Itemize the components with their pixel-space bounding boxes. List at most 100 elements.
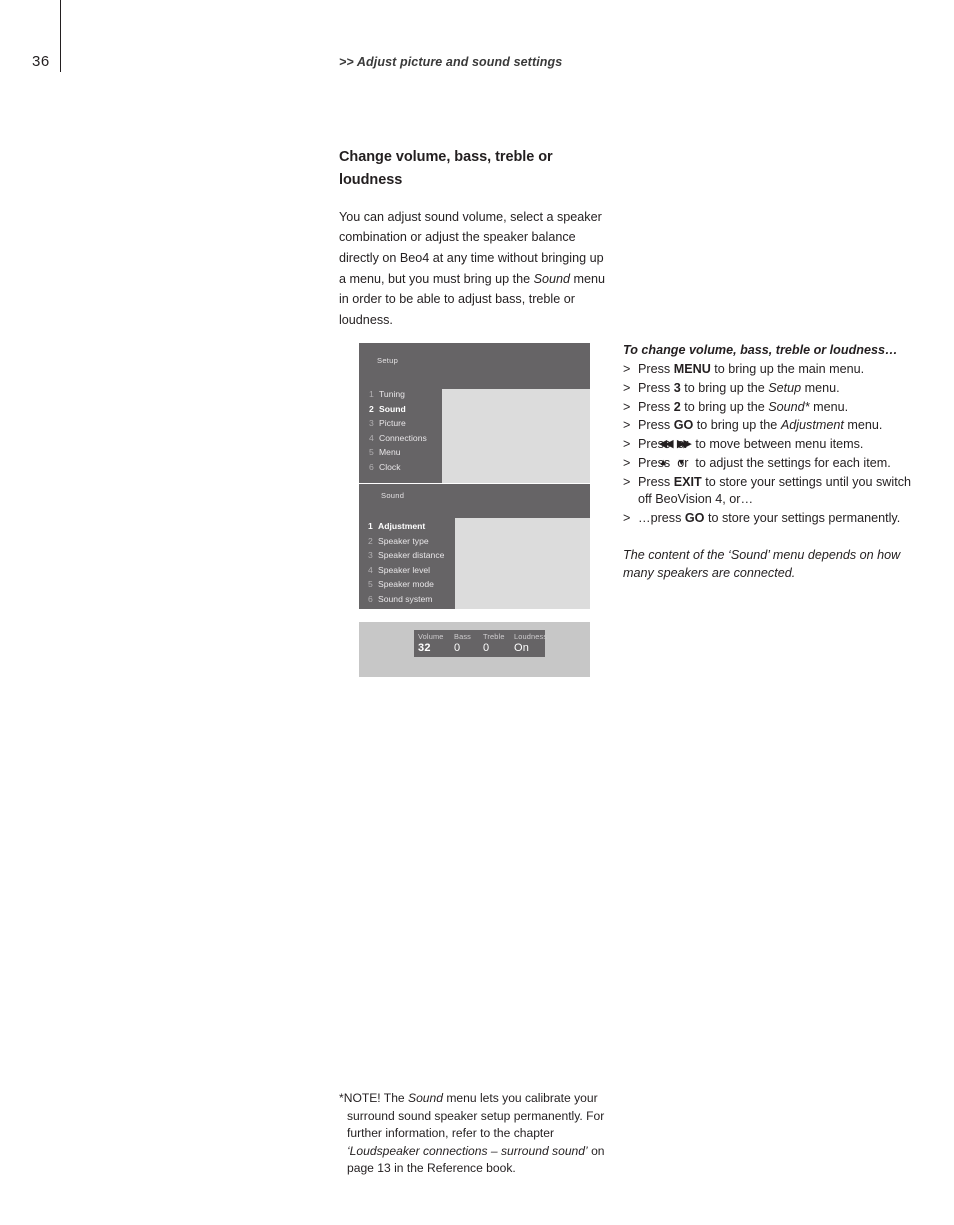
step-marker: > — [623, 399, 631, 414]
step-post: to adjust the settings for each item. — [691, 455, 891, 470]
status-caption: Treble — [483, 632, 505, 641]
right-text-column: To change volume, bass, treble or loudne… — [623, 343, 913, 582]
step-post: to move between menu items. — [691, 437, 864, 451]
step-post: menu. — [809, 399, 849, 414]
setup-item-number: 1 — [369, 389, 374, 399]
footnote: *NOTE! The Sound menu lets you calibrate… — [339, 1090, 619, 1178]
setup-item-label: Sound — [379, 403, 406, 414]
sound-menu-item-speaker-distance[interactable]: 3 Speaker distance — [368, 548, 444, 563]
setup-item-label: Connections — [379, 432, 427, 443]
tv-menu-illustration: Setup 1 Tuning 2 Sound 3 Picture 4 Connectio… — [359, 343, 590, 677]
step-pre: …press — [638, 511, 685, 525]
setup-menu-item-connections[interactable]: 4 Connections — [369, 431, 427, 446]
setup-menu-item-menu[interactable]: 5 Menu — [369, 445, 427, 460]
footnote-part1: *NOTE! The — [339, 1091, 409, 1105]
intro-paragraph: You can adjust sound volume, select a sp… — [339, 207, 614, 330]
step-key: 3 — [673, 380, 681, 395]
step-mid: to bring up the — [693, 418, 781, 433]
status-value: 0 — [483, 642, 490, 654]
steps-title: To change volume, bass, treble or loudne… — [623, 343, 898, 357]
sound-menu-header-bar — [359, 484, 590, 518]
setup-menu-item-sound[interactable]: 2 Sound — [369, 402, 427, 417]
setup-item-number: 6 — [369, 461, 374, 472]
step-press-up-down: > Press ▲ or ▼ to adjust the settings for… — [623, 455, 913, 473]
sound-item-number: 2 — [368, 535, 373, 546]
step-pre: Press — [638, 418, 674, 433]
step-italic: Adjustment — [780, 418, 844, 433]
setup-item-label: Clock — [379, 461, 401, 472]
sound-menu-item-speaker-mode[interactable]: 5 Speaker mode — [368, 577, 444, 592]
step-post: menu. — [801, 380, 840, 395]
sound-menu-item-speaker-level[interactable]: 4 Speaker level — [368, 563, 444, 578]
sound-item-label: Adjustment — [378, 521, 426, 531]
step-pre: Press — [638, 474, 674, 489]
setup-menu-content-pane — [442, 389, 590, 483]
sound-menu-item-adjustment[interactable]: 1 Adjustment — [368, 519, 444, 534]
page-number: 36 — [32, 53, 50, 70]
step-pre: Press — [638, 362, 674, 376]
setup-menu-item-list: 1 Tuning 2 Sound 3 Picture 4 Connections 5 Me… — [369, 387, 427, 475]
status-caption: Loudness — [514, 632, 548, 641]
step-press-go-permanent: > …press GO to store your settings perman… — [623, 510, 913, 528]
step-pre: Press — [638, 399, 674, 414]
step-key: MENU — [673, 362, 711, 376]
sound-item-number: 4 — [368, 564, 373, 575]
step-press-go: > Press GO to bring up the Adjustment men… — [623, 417, 913, 435]
setup-item-number: 2 — [369, 403, 374, 414]
step-post: menu. — [843, 418, 883, 433]
setup-item-label: Menu — [379, 447, 401, 458]
setup-menu-title: Setup — [377, 356, 399, 365]
setup-menu-item-clock[interactable]: 6 Clock — [369, 460, 427, 475]
step-pre: Press — [638, 380, 674, 395]
step-press-exit: > Press EXIT to store your settings until… — [623, 474, 913, 510]
setup-menu-item-tuning[interactable]: 1 Tuning — [369, 387, 427, 402]
status-value: 0 — [454, 642, 461, 654]
sound-item-label: Speaker level — [378, 564, 431, 575]
step-marker: > — [623, 437, 631, 451]
step-press-left-right: > Press ◀◀ or ▶▶ to move between menu ite… — [623, 436, 913, 454]
step-key: GO — [673, 418, 694, 433]
status-cell-bass[interactable]: Bass 0 — [454, 632, 471, 654]
status-cell-volume[interactable]: Volume 32 — [418, 632, 444, 654]
step-marker: > — [623, 418, 631, 433]
sound-item-number: 6 — [368, 593, 373, 604]
setup-item-number: 4 — [369, 432, 374, 443]
section-heading: Change volume, bass, treble or loudness — [339, 149, 553, 189]
setup-menu-item-picture[interactable]: 3 Picture — [369, 416, 427, 431]
step-key: EXIT — [673, 474, 702, 489]
sound-item-label: Speaker distance — [378, 550, 445, 561]
status-value: 32 — [418, 642, 431, 654]
footnote-italic-chapter: ‘Loudspeaker connections – surround soun… — [347, 1143, 588, 1158]
sound-item-label: Sound system — [378, 593, 433, 604]
sound-menu-item-sound-system[interactable]: 6 Sound system — [368, 592, 444, 607]
setup-menu-header-bar — [359, 343, 590, 389]
status-value: On — [514, 642, 530, 654]
status-cell-treble[interactable]: Treble 0 — [483, 632, 505, 654]
left-text-column: Change volume, bass, treble or loudness … — [339, 146, 614, 330]
sound-item-number: 5 — [368, 579, 373, 590]
status-caption: Bass — [454, 632, 472, 641]
step-post: to store your settings permanently. — [704, 511, 901, 525]
sound-menu-item-speaker-type[interactable]: 2 Speaker type — [368, 534, 444, 549]
step-marker: > — [623, 474, 631, 489]
setup-item-label: Picture — [379, 418, 406, 429]
status-cell-loudness[interactable]: Loudness On — [514, 632, 547, 654]
step-mid: to bring up the — [680, 399, 769, 414]
step-press-menu: > Press MENU to bring up the main menu. — [623, 361, 913, 379]
step-italic: Setup — [768, 380, 802, 395]
sound-item-number: 3 — [368, 550, 373, 561]
step-marker: > — [623, 455, 631, 470]
sound-menu-item-list: 1 Adjustment 2 Speaker type 3 Speaker dista… — [368, 519, 444, 607]
step-marker: > — [623, 511, 631, 525]
sound-item-number: 1 — [368, 521, 373, 531]
step-marker: > — [623, 362, 631, 376]
step-press-3: > Press 3 to bring up the Setup menu. — [623, 380, 913, 398]
status-caption: Volume — [418, 632, 444, 641]
sound-menu-note: The content of the ‘Sound’ menu depends … — [623, 547, 901, 580]
setup-item-label: Tuning — [379, 389, 405, 399]
step-mid: to bring up the — [680, 380, 769, 395]
sound-menu-title: Sound — [381, 491, 405, 500]
sound-item-label: Speaker type — [378, 535, 429, 546]
footnote-italic-sound: Sound — [408, 1091, 443, 1105]
intro-italic-sound: Sound — [533, 271, 571, 286]
